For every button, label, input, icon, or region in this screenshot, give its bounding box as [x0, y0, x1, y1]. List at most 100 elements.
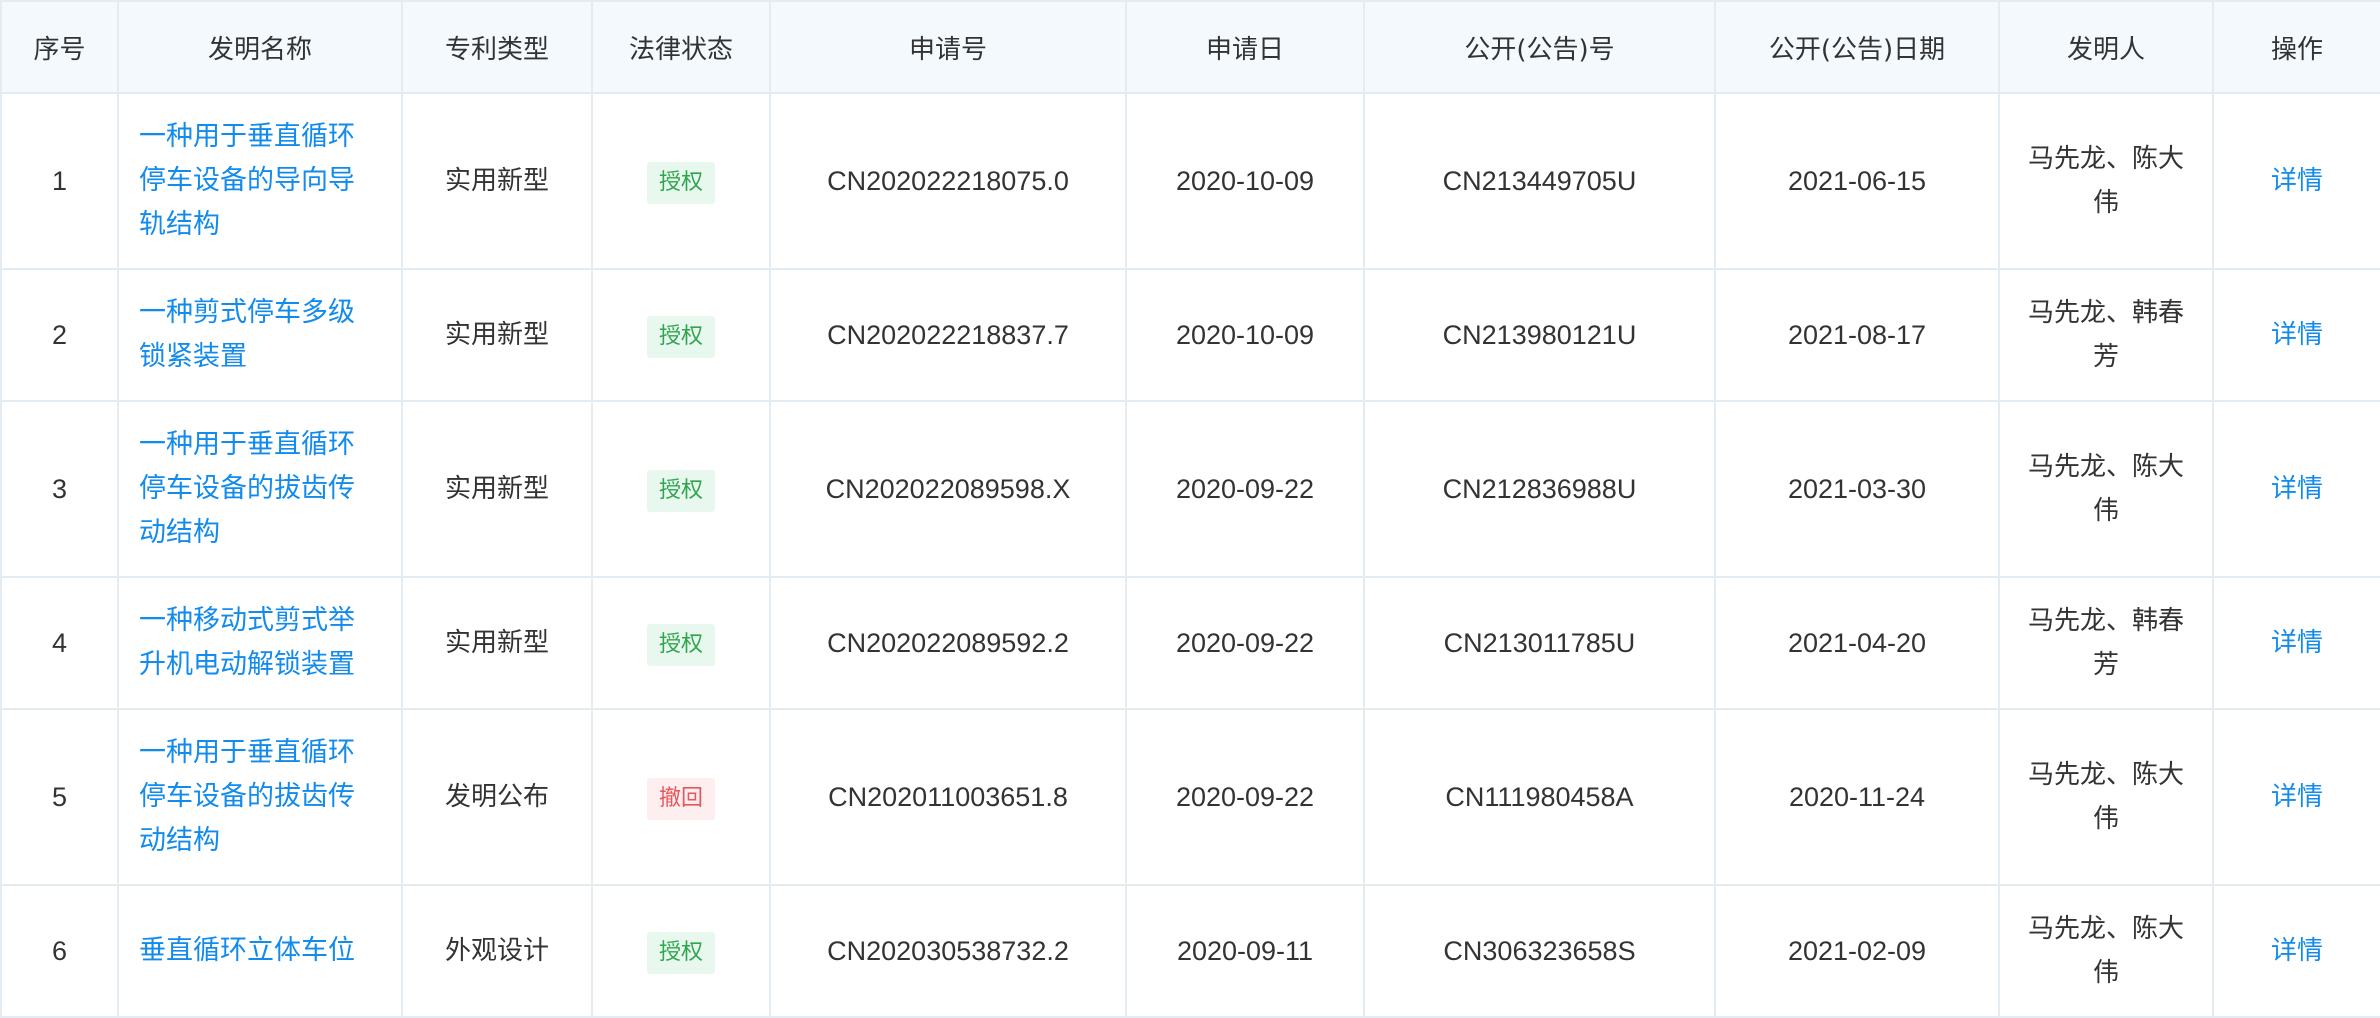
cell-app-date: 2020-09-22: [1125, 708, 1365, 886]
cell-type: 发明公布: [401, 708, 593, 886]
cell-status: 授权: [591, 884, 771, 1018]
inventors-text: 马先龙、韩春芳: [2027, 298, 2184, 372]
cell-action[interactable]: 详情: [2212, 92, 2380, 270]
inventors-text: 马先龙、韩春芳: [2027, 606, 2184, 680]
cell-index: 4: [0, 576, 119, 710]
inventors-text: 马先龙、陈大伟: [2027, 760, 2184, 834]
cell-app-date: 2020-10-09: [1125, 92, 1365, 270]
cell-action[interactable]: 详情: [2212, 268, 2380, 402]
table-row: 1 一种用于垂直循环停车设备的导向导轨结构 实用新型 授权 CN202022218075…: [0, 92, 2380, 270]
status-badge: 授权: [646, 624, 715, 666]
table-row: 3 一种用于垂直循环停车设备的拔齿传动结构 实用新型 授权 CN202022089598…: [0, 400, 2380, 578]
header-pub-no: 公开(公告)号: [1363, 0, 1716, 94]
details-link[interactable]: 详情: [2271, 166, 2323, 196]
cell-pub-date: 2021-03-30: [1714, 400, 2000, 578]
table-row: 5 一种用于垂直循环停车设备的拔齿传动结构 发明公布 撤回 CN202011003651…: [0, 708, 2380, 886]
inventors-text: 马先龙、陈大伟: [2027, 914, 2184, 988]
header-pub-date: 公开(公告)日期: [1714, 0, 2000, 94]
table-row: 2 一种剪式停车多级锁紧装置 实用新型 授权 CN202022218837.7 2020-…: [0, 268, 2380, 402]
header-app-no: 申请号: [769, 0, 1127, 94]
inventors-text: 马先龙、陈大伟: [2027, 144, 2184, 218]
cell-action[interactable]: 详情: [2212, 576, 2380, 710]
status-badge: 撤回: [646, 778, 715, 820]
cell-inventors: 马先龙、韩春芳: [1998, 576, 2214, 710]
cell-inventors: 马先龙、陈大伟: [1998, 708, 2214, 886]
patent-table: 序号 发明名称 专利类型 法律状态 申请号 申请日 公开(公告)号 公开(公告)…: [0, 0, 2380, 1018]
cell-type: 实用新型: [401, 268, 593, 402]
cell-pub-no: CN213980121U: [1363, 268, 1716, 402]
cell-action[interactable]: 详情: [2212, 884, 2380, 1018]
status-badge: 授权: [646, 470, 715, 512]
cell-name[interactable]: 一种用于垂直循环停车设备的拔齿传动结构: [117, 708, 403, 886]
cell-type: 实用新型: [401, 576, 593, 710]
cell-app-date: 2020-10-09: [1125, 268, 1365, 402]
cell-app-no: CN202030538732.2: [769, 884, 1127, 1018]
cell-type: 实用新型: [401, 400, 593, 578]
patent-name-link[interactable]: 垂直循环立体车位: [139, 929, 369, 973]
cell-index: 1: [0, 92, 119, 270]
inventors-text: 马先龙、陈大伟: [2027, 452, 2184, 526]
cell-app-date: 2020-09-22: [1125, 400, 1365, 578]
cell-name[interactable]: 垂直循环立体车位: [117, 884, 403, 1018]
cell-index: 2: [0, 268, 119, 402]
cell-app-no: CN202022089598.X: [769, 400, 1127, 578]
cell-index: 6: [0, 884, 119, 1018]
cell-pub-no: CN213011785U: [1363, 576, 1716, 710]
cell-action[interactable]: 详情: [2212, 708, 2380, 886]
header-status: 法律状态: [591, 0, 771, 94]
patent-name-link[interactable]: 一种用于垂直循环停车设备的拔齿传动结构: [139, 423, 369, 555]
cell-pub-date: 2021-02-09: [1714, 884, 2000, 1018]
cell-app-date: 2020-09-22: [1125, 576, 1365, 710]
header-name: 发明名称: [117, 0, 403, 94]
header-app-date: 申请日: [1125, 0, 1365, 94]
details-link[interactable]: 详情: [2271, 782, 2323, 812]
cell-app-date: 2020-09-11: [1125, 884, 1365, 1018]
cell-pub-no: CN212836988U: [1363, 400, 1716, 578]
status-badge: 授权: [646, 162, 715, 204]
cell-name[interactable]: 一种用于垂直循环停车设备的导向导轨结构: [117, 92, 403, 270]
patent-name-link[interactable]: 一种移动式剪式举升机电动解锁装置: [139, 599, 369, 687]
cell-name[interactable]: 一种剪式停车多级锁紧装置: [117, 268, 403, 402]
cell-name[interactable]: 一种用于垂直循环停车设备的拔齿传动结构: [117, 400, 403, 578]
details-link[interactable]: 详情: [2271, 320, 2323, 350]
header-action: 操作: [2212, 0, 2380, 94]
cell-app-no: CN202022218837.7: [769, 268, 1127, 402]
cell-inventors: 马先龙、韩春芳: [1998, 268, 2214, 402]
cell-type: 外观设计: [401, 884, 593, 1018]
cell-pub-date: 2021-08-17: [1714, 268, 2000, 402]
patent-name-link[interactable]: 一种剪式停车多级锁紧装置: [139, 291, 369, 379]
header-type: 专利类型: [401, 0, 593, 94]
cell-app-no: CN202011003651.8: [769, 708, 1127, 886]
cell-action[interactable]: 详情: [2212, 400, 2380, 578]
cell-pub-no: CN111980458A: [1363, 708, 1716, 886]
cell-type: 实用新型: [401, 92, 593, 270]
status-badge: 授权: [646, 316, 715, 358]
cell-inventors: 马先龙、陈大伟: [1998, 884, 2214, 1018]
patent-name-link[interactable]: 一种用于垂直循环停车设备的拔齿传动结构: [139, 731, 369, 863]
details-link[interactable]: 详情: [2271, 474, 2323, 504]
details-link[interactable]: 详情: [2271, 936, 2323, 966]
cell-status: 撤回: [591, 708, 771, 886]
cell-app-no: CN202022089592.2: [769, 576, 1127, 710]
table-header-row: 序号 发明名称 专利类型 法律状态 申请号 申请日 公开(公告)号 公开(公告)…: [0, 0, 2380, 94]
table-row: 6 垂直循环立体车位 外观设计 授权 CN202030538732.2 2020-09-1…: [0, 884, 2380, 1018]
patent-name-link[interactable]: 一种用于垂直循环停车设备的导向导轨结构: [139, 115, 369, 247]
cell-pub-date: 2020-11-24: [1714, 708, 2000, 886]
cell-status: 授权: [591, 92, 771, 270]
cell-status: 授权: [591, 576, 771, 710]
header-inventors: 发明人: [1998, 0, 2214, 94]
cell-app-no: CN202022218075.0: [769, 92, 1127, 270]
cell-status: 授权: [591, 400, 771, 578]
cell-status: 授权: [591, 268, 771, 402]
status-badge: 授权: [646, 932, 715, 974]
cell-index: 3: [0, 400, 119, 578]
details-link[interactable]: 详情: [2271, 628, 2323, 658]
table-row: 4 一种移动式剪式举升机电动解锁装置 实用新型 授权 CN202022089592.2 2…: [0, 576, 2380, 710]
cell-pub-date: 2021-06-15: [1714, 92, 2000, 270]
cell-pub-no: CN213449705U: [1363, 92, 1716, 270]
cell-pub-no: CN306323658S: [1363, 884, 1716, 1018]
cell-index: 5: [0, 708, 119, 886]
cell-inventors: 马先龙、陈大伟: [1998, 400, 2214, 578]
header-index: 序号: [0, 0, 119, 94]
cell-name[interactable]: 一种移动式剪式举升机电动解锁装置: [117, 576, 403, 710]
